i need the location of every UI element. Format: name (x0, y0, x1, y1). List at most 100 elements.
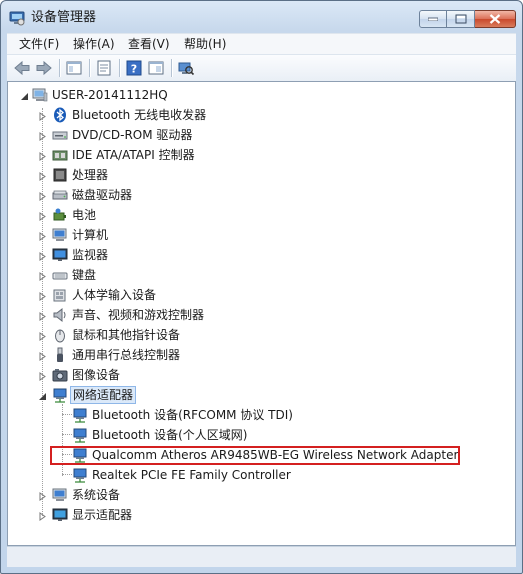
device-manager-icon (9, 11, 25, 26)
ide-controller-icon (52, 150, 68, 161)
tree-root-label: USER-20141112HQ (52, 88, 168, 102)
network-child-bluetooth-pan[interactable]: Bluetooth 设备(个人区域网) (72, 426, 392, 444)
back-arrow-icon[interactable] (13, 59, 31, 77)
tree-item-label: Realtek PCIe FE Family Controller (92, 468, 291, 482)
tree-item-dvd[interactable]: DVD/CD-ROM 驱动器 (52, 126, 352, 144)
help-icon[interactable]: ? (125, 59, 143, 77)
system-device-icon (52, 488, 67, 501)
device-tree[interactable]: USER-20141112HQ Bluetooth 无线电收发器 DVD/CD-… (7, 81, 516, 546)
bluetooth-icon (54, 107, 66, 123)
tree-item-label: IDE ATA/ATAPI 控制器 (72, 148, 195, 162)
close-button[interactable] (475, 10, 516, 28)
toolbar-separator (119, 59, 121, 77)
minimize-button[interactable] (419, 10, 447, 28)
tree-item-label: 处理器 (72, 168, 109, 182)
tree-item-computer[interactable]: 计算机 (52, 226, 352, 244)
console-tree-icon[interactable] (147, 59, 165, 77)
tree-item-label: 磁盘驱动器 (72, 188, 133, 202)
tree-item-label: 监视器 (72, 248, 109, 262)
tree-item-sound[interactable]: 声音、视频和游戏控制器 (52, 306, 352, 324)
processor-icon (53, 168, 67, 182)
expand-arrow-icon[interactable] (38, 352, 47, 361)
usb-icon (57, 347, 63, 362)
menu-action[interactable]: 操作(A) (73, 36, 115, 52)
toolbar-separator (59, 59, 61, 77)
hid-icon (53, 289, 66, 302)
collapse-arrow-icon[interactable] (20, 92, 29, 101)
collapse-arrow-icon[interactable] (38, 392, 47, 401)
expand-arrow-icon[interactable] (38, 152, 47, 161)
tree-root[interactable]: USER-20141112HQ (32, 86, 232, 104)
network-child-realtek[interactable]: Realtek PCIe FE Family Controller (72, 466, 392, 484)
expand-arrow-icon[interactable] (38, 232, 47, 241)
tree-item-usb[interactable]: 通用串行总线控制器 (52, 346, 352, 364)
tree-item-label: 鼠标和其他指针设备 (72, 328, 181, 342)
mouse-icon (55, 329, 65, 343)
monitor-icon (52, 248, 68, 261)
expand-arrow-icon[interactable] (38, 272, 47, 281)
window-title: 设备管理器 (31, 10, 97, 25)
tree-item-label: 计算机 (72, 228, 109, 242)
menu-file[interactable]: 文件(F) (19, 36, 59, 52)
computer-icon (52, 228, 67, 241)
tree-item-label: DVD/CD-ROM 驱动器 (72, 128, 193, 142)
tree-item-battery[interactable]: 电池 (52, 206, 352, 224)
tree-item-label: Bluetooth 无线电收发器 (72, 108, 207, 122)
highlight-annotation-box (50, 446, 460, 465)
device-manager-window: 设备管理器 文件(F) 操作(A) 查看(V) 帮助(H) ? USER-201… (0, 0, 523, 574)
expand-arrow-icon[interactable] (38, 372, 47, 381)
tree-item-label: 键盘 (72, 268, 97, 282)
forward-arrow-icon[interactable] (35, 59, 53, 77)
tree-item-keyboard[interactable]: 键盘 (52, 266, 352, 284)
expand-arrow-icon[interactable] (38, 132, 47, 141)
tree-item-label: 图像设备 (72, 368, 121, 382)
tree-item-bluetooth[interactable]: Bluetooth 无线电收发器 (52, 106, 352, 124)
network-adapter-icon (73, 468, 87, 483)
tree-item-label: 声音、视频和游戏控制器 (72, 308, 205, 322)
disk-drive-icon (52, 190, 68, 200)
tree-guide-line (62, 414, 72, 415)
menu-view[interactable]: 查看(V) (128, 36, 170, 52)
tree-item-label: 网络适配器 (70, 386, 137, 404)
expand-arrow-icon[interactable] (38, 252, 47, 261)
expand-arrow-icon[interactable] (38, 332, 47, 341)
tree-item-ide[interactable]: IDE ATA/ATAPI 控制器 (52, 146, 352, 164)
network-child-bluetooth-rfcomm[interactable]: Bluetooth 设备(RFCOMM 协议 TDI) (72, 406, 392, 424)
camera-icon (52, 369, 68, 382)
expand-arrow-icon[interactable] (38, 192, 47, 201)
tree-guide-line (62, 474, 72, 475)
expand-arrow-icon[interactable] (38, 112, 47, 121)
tree-item-label: 通用串行总线控制器 (72, 348, 181, 362)
show-hide-tree-icon[interactable] (65, 59, 83, 77)
tree-item-label: 系统设备 (72, 488, 121, 502)
tree-item-hid[interactable]: 人体学输入设备 (52, 286, 352, 304)
tree-item-imaging[interactable]: 图像设备 (52, 366, 352, 384)
expand-arrow-icon[interactable] (38, 292, 47, 301)
toolbar-separator (171, 59, 173, 77)
svg-text:?: ? (131, 63, 137, 76)
expand-arrow-icon[interactable] (38, 512, 47, 521)
scan-hardware-icon[interactable] (177, 59, 195, 77)
tree-item-label: Bluetooth 设备(个人区域网) (92, 428, 248, 442)
tree-item-monitor[interactable]: 监视器 (52, 246, 352, 264)
expand-arrow-icon[interactable] (38, 492, 47, 501)
expand-arrow-icon[interactable] (38, 172, 47, 181)
tree-item-processor[interactable]: 处理器 (52, 166, 352, 184)
tree-item-system[interactable]: 系统设备 (52, 486, 352, 504)
maximize-button[interactable] (447, 10, 475, 28)
tree-item-disk[interactable]: 磁盘驱动器 (52, 186, 352, 204)
toolbar: ? (7, 54, 516, 82)
network-adapter-icon (53, 388, 67, 403)
expand-arrow-icon[interactable] (38, 212, 47, 221)
network-adapter-icon (73, 408, 87, 423)
tree-item-display[interactable]: 显示适配器 (52, 506, 352, 524)
tree-item-mouse[interactable]: 鼠标和其他指针设备 (52, 326, 352, 344)
tree-item-label: 人体学输入设备 (72, 288, 157, 302)
tree-item-network[interactable]: 网络适配器 (52, 386, 352, 404)
computer-icon (32, 88, 48, 102)
menu-help[interactable]: 帮助(H) (184, 36, 226, 52)
minimize-icon (428, 17, 438, 21)
properties-icon[interactable] (95, 59, 113, 77)
expand-arrow-icon[interactable] (38, 312, 47, 321)
title-bar[interactable]: 设备管理器 (1, 1, 522, 35)
